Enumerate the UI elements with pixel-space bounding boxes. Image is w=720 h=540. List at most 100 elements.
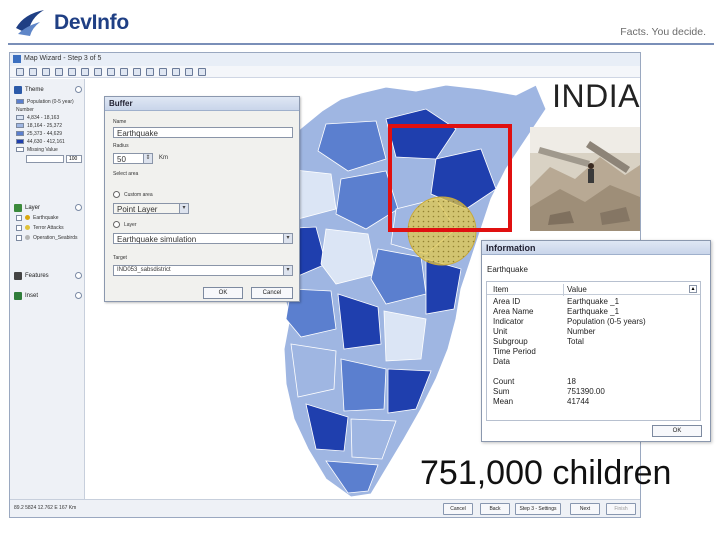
select-tool-icon[interactable] <box>16 68 24 76</box>
select-area-label: Select area <box>113 171 139 177</box>
information-subtitle: Earthquake <box>487 265 528 274</box>
full-extent-icon[interactable] <box>68 68 76 76</box>
map-toolbar <box>10 66 640 78</box>
theme-label: Theme <box>25 86 44 93</box>
legend-item: Missing Value <box>16 146 58 153</box>
value-column-header: Value <box>567 285 587 294</box>
logo-swoosh-icon <box>16 10 44 36</box>
tagline: Facts. You decide. <box>620 26 706 38</box>
layer-item[interactable]: Operation_Seabirds <box>16 234 77 241</box>
layer-item[interactable]: Earthquake <box>16 214 59 221</box>
legend-swatch-4 <box>16 139 24 144</box>
buffer-cancel-button[interactable]: Cancel <box>251 287 293 299</box>
status-bar: 89.2 5824 12.762 E 167 Km Cancel Back St… <box>10 499 640 517</box>
legend-item: 25,373 - 44,629 <box>16 130 62 137</box>
collapse-icon[interactable] <box>75 204 82 211</box>
window-title: Map Wizard - Step 3 of 5 <box>24 55 102 62</box>
layer-header[interactable]: Layer <box>14 201 82 214</box>
target-select[interactable]: IND053_sabsdistrict ▾ <box>113 265 293 276</box>
finish-button[interactable]: Finish <box>606 503 636 515</box>
terror-point-icon <box>25 225 30 230</box>
cancel-button[interactable]: Cancel <box>443 503 473 515</box>
legend-item: 18,164 - 25,372 <box>16 122 62 129</box>
help-icon[interactable] <box>198 68 206 76</box>
legend-icon[interactable] <box>159 68 167 76</box>
collapse-icon[interactable] <box>75 86 82 93</box>
buffer-ok-button[interactable]: OK <box>203 287 243 299</box>
chevron-down-icon[interactable]: ▾ <box>179 204 188 213</box>
radio-icon[interactable] <box>113 221 120 228</box>
settings-icon[interactable] <box>107 68 115 76</box>
buffer-dialog: Buffer Name Earthquake Radius 50 ⇕ Km Se… <box>104 96 300 302</box>
table-row: Sum 751390.00 <box>493 387 605 396</box>
info-icon[interactable] <box>120 68 128 76</box>
collapse-icon[interactable] <box>75 272 82 279</box>
country-label: INDIA <box>552 78 640 114</box>
radius-label: Radius <box>113 143 129 149</box>
radius-unit: Km <box>159 155 168 161</box>
label-icon[interactable] <box>81 68 89 76</box>
information-ok-button[interactable]: OK <box>652 425 702 437</box>
name-label: Name <box>113 119 127 125</box>
table-row: Indicator Population (0-5 years) <box>493 317 646 326</box>
brand-name: DevInfo <box>54 11 129 34</box>
radius-input[interactable]: 50 ⇕ <box>113 153 153 164</box>
legend-swatch-3 <box>16 131 24 136</box>
information-table: Item Value ▴ Area ID Earthquake _1 Area … <box>486 281 701 421</box>
spinner-icon[interactable]: ⇕ <box>143 154 152 163</box>
buffer-name-input[interactable]: Earthquake <box>113 127 293 138</box>
theme-icon <box>14 85 22 94</box>
zoom-out-icon[interactable] <box>42 68 50 76</box>
layer-icon <box>14 203 22 212</box>
chevron-down-icon[interactable]: ▾ <box>283 234 292 243</box>
inset-icon <box>14 291 22 300</box>
legend-item: 4,834 - 18,163 <box>16 114 59 121</box>
chevron-down-icon[interactable]: ▾ <box>283 266 292 275</box>
table-row: Time Period <box>493 347 536 356</box>
item-column-header: Item <box>493 285 509 294</box>
legend-swatch-2 <box>16 123 24 128</box>
scroll-up-icon[interactable]: ▴ <box>689 285 697 293</box>
earthquake-point-icon <box>25 215 30 220</box>
opacity-value[interactable]: 100 <box>66 155 82 163</box>
checkbox-icon[interactable] <box>16 234 22 241</box>
opacity-slider[interactable] <box>26 155 64 163</box>
print-icon[interactable] <box>185 68 193 76</box>
table-row: Unit Number <box>493 327 596 336</box>
window-titlebar: Map Wizard - Step 3 of 5 <box>10 53 640 66</box>
layer-name-select[interactable]: Earthquake simulation ▾ <box>113 233 293 244</box>
header-divider <box>8 43 714 45</box>
pan-icon[interactable] <box>55 68 63 76</box>
features-label: Features <box>25 272 49 279</box>
back-button[interactable]: Back <box>480 503 510 515</box>
next-button[interactable]: Next <box>570 503 600 515</box>
table-row: Area ID Earthquake _1 <box>493 297 620 306</box>
theme-header[interactable]: Theme <box>14 83 82 96</box>
collapse-icon[interactable] <box>75 292 82 299</box>
step-select[interactable]: Step 3 - Settings <box>515 503 561 515</box>
buffer-icon[interactable] <box>146 68 154 76</box>
layer-radio[interactable]: Layer <box>113 221 137 228</box>
measure-icon[interactable] <box>133 68 141 76</box>
copy-icon[interactable] <box>94 68 102 76</box>
information-title: Information <box>482 241 710 255</box>
zoom-in-icon[interactable] <box>29 68 37 76</box>
target-label: Target <box>113 255 127 261</box>
table-row: Mean 41744 <box>493 397 590 406</box>
layer-type-select[interactable]: Point Layer ▾ <box>113 203 189 214</box>
layer-item[interactable]: Terror Attacks <box>16 224 64 231</box>
inset-header[interactable]: Inset <box>14 289 82 302</box>
table-row: Data <box>493 357 510 366</box>
radio-icon[interactable] <box>113 191 120 198</box>
information-panel: Information Earthquake Item Value ▴ Area… <box>481 240 711 442</box>
table-row: Count 18 <box>493 377 576 386</box>
children-count-caption: 751,000 children <box>420 454 672 492</box>
features-header[interactable]: Features <box>14 269 82 282</box>
theme-subtitle-row: Population (0-5 year) <box>16 98 74 105</box>
table-row: Area Name Earthquake _1 <box>493 307 620 316</box>
checkbox-icon[interactable] <box>16 224 22 231</box>
export-icon[interactable] <box>172 68 180 76</box>
checkbox-icon[interactable] <box>16 214 22 221</box>
custom-area-radio[interactable]: Custom area <box>113 191 153 198</box>
buffer-dialog-title: Buffer <box>105 97 299 111</box>
